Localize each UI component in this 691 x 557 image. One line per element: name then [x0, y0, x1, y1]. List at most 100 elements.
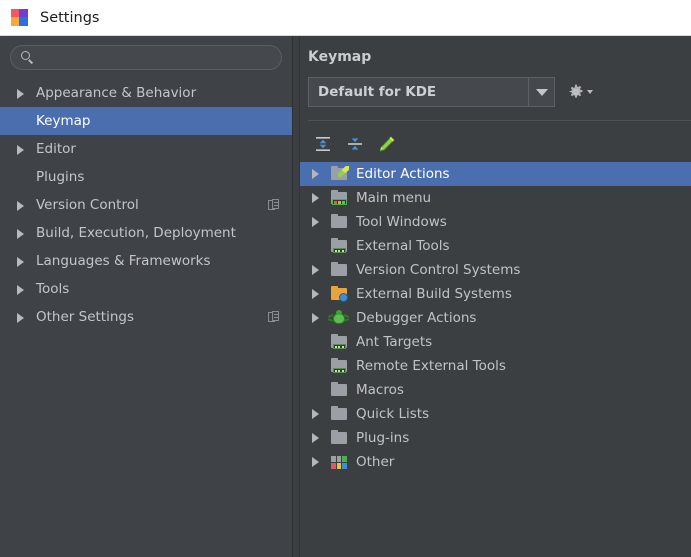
tree-arrow-spacer	[308, 334, 324, 350]
search-box[interactable]	[10, 45, 282, 70]
sidebar-item-label: Keymap	[36, 113, 91, 129]
tree-row[interactable]: Ant Targets	[300, 330, 691, 354]
sidebar-item-tools[interactable]: Tools	[0, 275, 292, 303]
sidebar-item-keymap[interactable]: Keymap	[0, 107, 292, 135]
search-input[interactable]	[34, 50, 281, 65]
nav-arrow-spacer	[14, 114, 28, 128]
edit-shortcut-button[interactable]	[376, 133, 398, 155]
folder-icon	[330, 262, 348, 278]
tree-row-label: Main menu	[356, 190, 432, 206]
bug-icon	[327, 310, 350, 326]
tree-row[interactable]: Debugger Actions	[300, 306, 691, 330]
sidebar-item-languages-frameworks[interactable]: Languages & Frameworks	[0, 247, 292, 275]
chevron-right-icon[interactable]	[308, 166, 324, 182]
folder-gear-icon	[330, 286, 348, 302]
tree-row[interactable]: Main menu	[300, 186, 691, 210]
chevron-right-icon[interactable]	[308, 310, 324, 326]
tree-row-label: Version Control Systems	[356, 262, 521, 278]
intellij-logo-icon	[11, 9, 28, 26]
keymap-action-tree: Editor Actions Main menu Tool Windows Exter…	[300, 162, 691, 474]
window-title: Settings	[40, 9, 100, 26]
tree-row-label: External Build Systems	[356, 286, 512, 302]
sidebar-item-label: Tools	[36, 281, 70, 297]
expand-all-icon	[316, 136, 330, 151]
tree-arrow-spacer	[308, 382, 324, 398]
sidebar-item-appearance-behavior[interactable]: Appearance & Behavior	[0, 79, 292, 107]
tree-row[interactable]: Macros	[300, 378, 691, 402]
keymap-settings-button[interactable]	[568, 84, 593, 100]
expand-all-button[interactable]	[312, 133, 334, 155]
project-scope-badge-icon	[268, 311, 280, 323]
chevron-right-icon[interactable]	[14, 198, 28, 212]
sidebar-item-label: Plugins	[36, 169, 85, 185]
page-title: Keymap	[308, 49, 372, 65]
tree-row[interactable]: External Build Systems	[300, 282, 691, 306]
sidebar-item-label: Version Control	[36, 197, 139, 213]
tree-row-label: External Tools	[356, 238, 450, 254]
search-icon	[21, 51, 34, 64]
chevron-right-icon[interactable]	[308, 214, 324, 230]
folder-menubar-icon	[330, 190, 348, 206]
tree-row-label: Debugger Actions	[356, 310, 477, 326]
sidebar-item-label: Languages & Frameworks	[36, 253, 211, 269]
keymap-selector-row: Default for KDE	[300, 65, 691, 107]
folder-icon	[330, 214, 348, 230]
tree-arrow-spacer	[308, 358, 324, 374]
chevron-right-icon[interactable]	[14, 86, 28, 100]
grid-color-icon	[330, 454, 348, 470]
chevron-right-icon[interactable]	[14, 226, 28, 240]
tree-row[interactable]: Version Control Systems	[300, 258, 691, 282]
tree-row-label: Ant Targets	[356, 334, 433, 350]
tree-row[interactable]: Plug-ins	[300, 426, 691, 450]
tree-row[interactable]: Editor Actions	[300, 162, 691, 186]
sidebar-item-label: Appearance & Behavior	[36, 85, 197, 101]
collapse-all-icon	[348, 137, 362, 150]
chevron-right-icon[interactable]	[308, 190, 324, 206]
chevron-right-icon[interactable]	[14, 142, 28, 156]
chevron-right-icon[interactable]	[308, 430, 324, 446]
sidebar-item-version-control[interactable]: Version Control	[0, 191, 292, 219]
chevron-right-icon[interactable]	[14, 310, 28, 324]
tree-row-label: Plug-ins	[356, 430, 410, 446]
keymap-panel: Keymap Default for KDE Editor Actions Ma…	[300, 36, 691, 557]
chevron-right-icon[interactable]	[308, 454, 324, 470]
project-scope-badge-icon	[268, 199, 280, 211]
settings-sidebar: Appearance & Behavior Keymap Editor Plugins…	[0, 36, 292, 557]
settings-body: Appearance & Behavior Keymap Editor Plugins…	[0, 36, 691, 557]
folder-icon	[330, 382, 348, 398]
tree-row[interactable]: Remote External Tools	[300, 354, 691, 378]
folder-pencil-icon	[330, 166, 349, 182]
sidebar-item-build-execution-deployment[interactable]: Build, Execution, Deployment	[0, 219, 292, 247]
sidebar-item-other-settings[interactable]: Other Settings	[0, 303, 292, 331]
gear-icon	[569, 84, 583, 98]
keymap-combobox-value: Default for KDE	[318, 84, 437, 100]
folder-tools-icon	[330, 334, 348, 350]
tree-row[interactable]: Other	[300, 450, 691, 474]
tree-toolbar	[300, 121, 691, 157]
tree-row[interactable]: Tool Windows	[300, 210, 691, 234]
nav-arrow-spacer	[14, 170, 28, 184]
tree-arrow-spacer	[308, 238, 324, 254]
chevron-down-icon	[587, 90, 593, 94]
sidebar-search-wrap	[0, 36, 292, 70]
sidebar-item-plugins[interactable]: Plugins	[0, 163, 292, 191]
panel-splitter[interactable]	[292, 36, 300, 557]
sidebar-item-editor[interactable]: Editor	[0, 135, 292, 163]
tree-row-label: Tool Windows	[356, 214, 447, 230]
chevron-right-icon[interactable]	[308, 262, 324, 278]
chevron-right-icon[interactable]	[308, 406, 324, 422]
tree-row-label: Editor Actions	[356, 166, 450, 182]
chevron-right-icon[interactable]	[14, 282, 28, 296]
tree-row-label: Quick Lists	[356, 406, 430, 422]
tree-row[interactable]: Quick Lists	[300, 402, 691, 426]
tree-row[interactable]: External Tools	[300, 234, 691, 258]
collapse-all-button[interactable]	[344, 133, 366, 155]
folder-icon	[330, 430, 348, 446]
tree-row-label: Remote External Tools	[356, 358, 506, 374]
sidebar-item-label: Editor	[36, 141, 76, 157]
chevron-right-icon[interactable]	[14, 254, 28, 268]
folder-tools-icon	[330, 238, 348, 254]
chevron-down-icon[interactable]	[528, 78, 554, 106]
keymap-combobox[interactable]: Default for KDE	[308, 77, 555, 107]
chevron-right-icon[interactable]	[308, 286, 324, 302]
